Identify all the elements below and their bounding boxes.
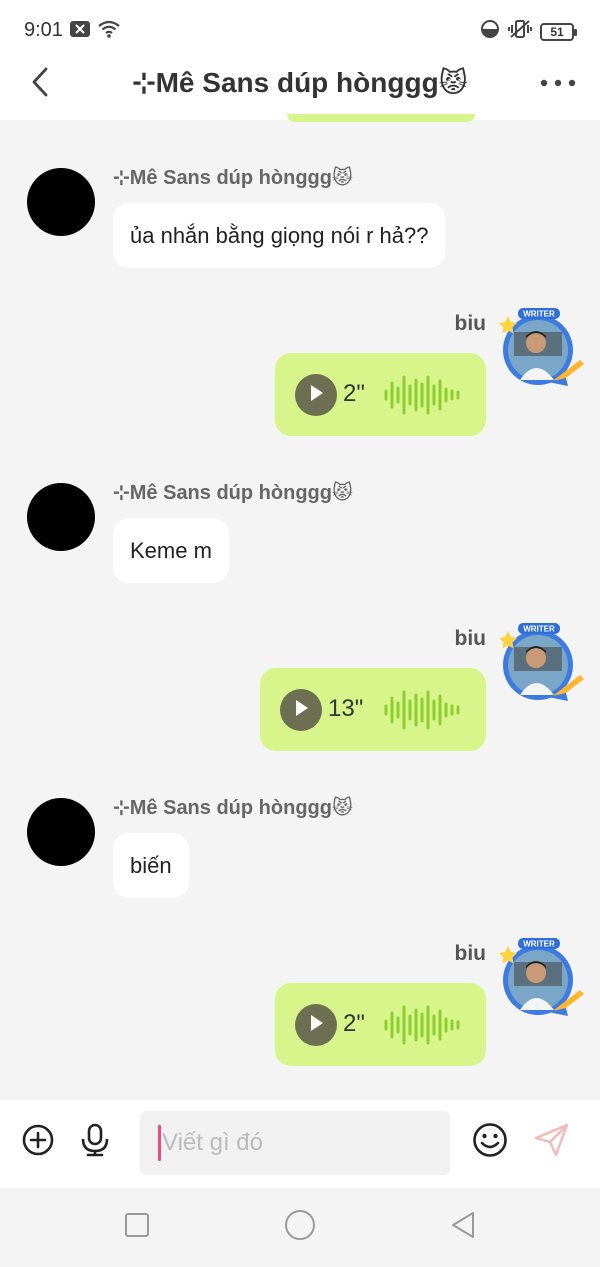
message-input-bar <box>0 1100 600 1188</box>
sender-avatar[interactable] <box>27 798 95 866</box>
play-icon <box>293 699 309 722</box>
writer-badge-text: WRITER <box>523 940 555 949</box>
add-attachment-button[interactable] <box>18 1122 58 1162</box>
chat-header: ⊹Mê Sans dúp hònggg😾 <box>0 58 600 120</box>
voice-message-bubble[interactable]: 2" <box>275 983 486 1066</box>
send-icon <box>534 1123 570 1162</box>
my-name: biu <box>454 942 487 965</box>
waveform-icon <box>384 690 460 730</box>
voice-duration: 2" <box>343 380 365 407</box>
microphone-icon <box>80 1123 110 1162</box>
voice-record-button[interactable] <box>75 1122 115 1162</box>
voice-message-bubble[interactable]: 2" <box>275 353 486 436</box>
waveform-icon <box>384 1005 460 1045</box>
my-avatar[interactable]: WRITER <box>496 306 586 388</box>
chat-area[interactable]: ⊹Mê Sans dúp hònggg😾 ủa nhắn bằng giọng … <box>0 120 600 1100</box>
sender-name: ⊹Mê Sans dúp hònggg😾 <box>113 167 353 189</box>
back-triangle-icon <box>449 1210 477 1245</box>
play-button[interactable] <box>295 374 337 416</box>
sender-name: ⊹Mê Sans dúp hònggg😾 <box>113 797 353 819</box>
more-horizontal-icon <box>540 74 576 92</box>
system-nav-bar <box>0 1188 600 1267</box>
wifi-icon <box>98 20 120 43</box>
chevron-left-icon <box>31 67 49 102</box>
play-button[interactable] <box>280 689 322 731</box>
sender-name: ⊹Mê Sans dúp hònggg😾 <box>113 482 353 504</box>
voice-message-bubble[interactable]: 13" <box>260 668 486 751</box>
message-bubble[interactable]: biến <box>113 833 189 898</box>
writer-badge-text: WRITER <box>523 625 555 634</box>
my-name: biu <box>454 312 487 335</box>
back-button[interactable] <box>22 62 58 106</box>
voice-duration: 13" <box>328 695 364 722</box>
writer-badge-text: WRITER <box>523 310 555 319</box>
emoji-button[interactable] <box>470 1122 510 1162</box>
close-box-icon <box>70 21 90 42</box>
play-icon <box>308 384 324 407</box>
text-caret <box>158 1125 161 1161</box>
my-name: biu <box>454 627 487 650</box>
battery-icon: 51 <box>540 22 577 41</box>
send-button[interactable] <box>532 1122 572 1162</box>
message-bubble[interactable]: ủa nhắn bằng giọng nói r hả?? <box>113 203 446 268</box>
message-input[interactable] <box>140 1111 450 1175</box>
play-icon <box>308 1014 324 1037</box>
home-button[interactable] <box>283 1209 317 1246</box>
waveform-icon <box>384 375 460 415</box>
vibrate-icon <box>508 19 532 44</box>
more-options-button[interactable] <box>536 66 580 100</box>
add-circle-icon <box>22 1124 54 1161</box>
my-avatar[interactable]: WRITER <box>496 936 586 1018</box>
emoji-icon <box>472 1122 508 1163</box>
recents-square-icon <box>124 1212 150 1243</box>
play-button[interactable] <box>295 1004 337 1046</box>
status-time: 9:01 <box>24 19 63 41</box>
sender-avatar[interactable] <box>27 168 95 236</box>
chat-title: ⊹Mê Sans dúp hònggg😾 <box>132 67 468 98</box>
my-avatar[interactable]: WRITER <box>496 621 586 703</box>
message-input-container[interactable] <box>140 1111 450 1175</box>
back-nav-button[interactable] <box>446 1210 480 1244</box>
voice-duration: 2" <box>343 1010 365 1037</box>
message-bubble[interactable]: Keme m <box>113 518 229 583</box>
recents-button[interactable] <box>120 1210 154 1244</box>
home-circle-icon <box>284 1209 316 1246</box>
status-bar: 9:01 51 <box>0 0 600 58</box>
data-saver-icon <box>480 19 500 44</box>
sender-avatar[interactable] <box>27 483 95 551</box>
